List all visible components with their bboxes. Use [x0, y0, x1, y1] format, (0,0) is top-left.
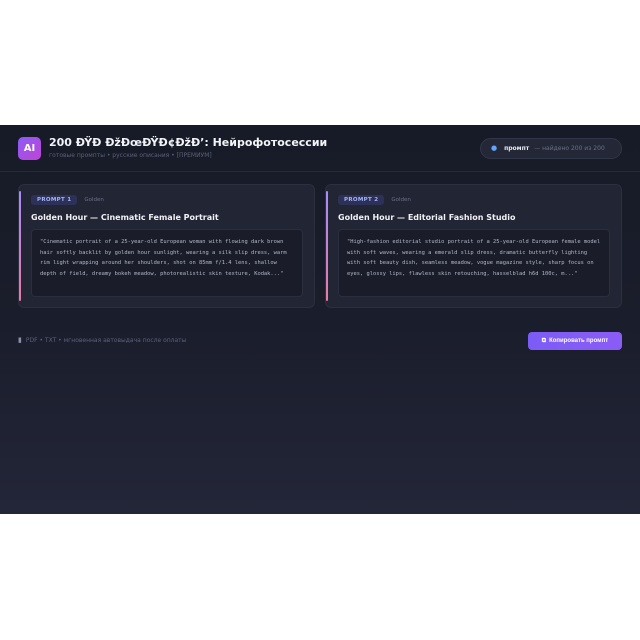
search-icon: ●	[491, 144, 498, 152]
search-query[interactable]: промпт	[504, 145, 529, 152]
prompt-card-1[interactable]: PROMPT 1 Golden Golden Hour — Cinematic …	[18, 184, 315, 308]
app-window: AI 200 ÐŸÐ ÐžÐœÐŸÐ¢ÐžÐ’: Нейрофотосессии…	[0, 125, 640, 514]
prompt-badge: PROMPT 2	[338, 195, 385, 205]
copy-prompt-button[interactable]: ⧉ Копировать промпт	[528, 332, 622, 350]
title-block: 200 ÐŸÐ ÐžÐœÐŸÐ¢ÐžÐ’: Нейрофотосессии го…	[49, 136, 480, 161]
page-subtitle: готовые промпты • русские описания • [ПР…	[49, 151, 212, 159]
prompt-text[interactable]: "Cinematic portrait of a 25-year-old Eur…	[31, 229, 303, 297]
logo: AI	[18, 136, 41, 160]
card-header: PROMPT 1 Golden	[31, 195, 104, 205]
footer-note: ▮ PDF • TXT • мгновенная автовыдача посл…	[18, 336, 186, 344]
card-title: Golden Hour — Editorial Fashion Studio	[338, 213, 516, 222]
prompt-tag: Golden	[391, 197, 411, 203]
footer-note-text: PDF • TXT • мгновенная автовыдача после …	[25, 336, 187, 344]
header: AI 200 ÐŸÐ ÐžÐœÐŸÐ¢ÐžÐ’: Нейрофотосессии…	[0, 125, 640, 171]
copy-icon: ⧉	[541, 337, 547, 344]
prompt-tag: Golden	[84, 197, 104, 203]
card-header: PROMPT 2 Golden	[338, 195, 411, 205]
search-result-count: — найдено 200 из 200	[534, 144, 605, 152]
page-title: 200 ÐŸÐ ÐžÐœÐŸÐ¢ÐžÐ’: Нейрофотосессии	[49, 135, 328, 149]
prompt-text[interactable]: "High-fashion editorial studio portrait …	[338, 229, 610, 297]
card-accent-bar	[326, 191, 328, 301]
prompt-badge: PROMPT 1	[31, 195, 78, 205]
card-accent-bar	[19, 191, 21, 301]
prompt-card-2[interactable]: PROMPT 2 Golden Golden Hour — Editorial …	[325, 184, 622, 308]
header-divider	[0, 171, 640, 172]
document-icon: ▮	[18, 336, 22, 344]
card-title: Golden Hour — Cinematic Female Portrait	[31, 213, 219, 222]
search-box[interactable]: ● промпт — найдено 200 из 200	[480, 137, 622, 159]
copy-prompt-label: Копировать промпт	[549, 338, 609, 344]
